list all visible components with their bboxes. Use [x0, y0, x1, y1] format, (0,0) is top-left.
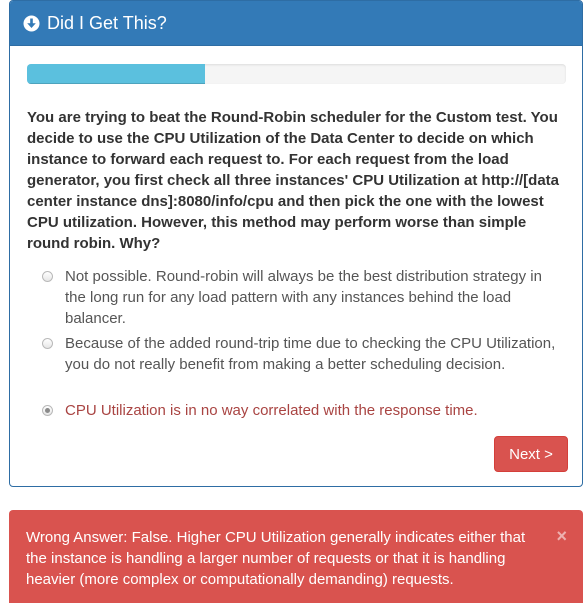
feedback-alert: Wrong Answer: False. Higher CPU Utilizat…	[9, 510, 583, 603]
progress-bar-fill	[27, 64, 205, 84]
answer-option-1[interactable]: Not possible. Round-robin will always be…	[42, 266, 562, 333]
panel-title: Did I Get This?	[47, 12, 167, 33]
radio-button-1[interactable]	[42, 271, 53, 282]
answer-option-3-label: CPU Utilization is in no way correlated …	[65, 402, 478, 419]
radio-button-3[interactable]	[42, 405, 53, 416]
next-button[interactable]: Next >	[494, 436, 568, 472]
quiz-panel: Did I Get This? You are trying to beat t…	[9, 0, 583, 487]
progress-bar-track	[27, 64, 566, 84]
feedback-text: Wrong Answer: False. Higher CPU Utilizat…	[26, 529, 526, 588]
answer-option-2-label: Because of the added round-trip time due…	[65, 335, 556, 373]
radio-button-2[interactable]	[42, 338, 53, 349]
answer-option-2[interactable]: Because of the added round-trip time due…	[42, 333, 562, 400]
answer-options: Not possible. Round-robin will always be…	[42, 266, 562, 422]
question-text: You are trying to beat the Round-Robin s…	[27, 109, 560, 252]
answer-option-3[interactable]: CPU Utilization is in no way correlated …	[42, 400, 562, 422]
panel-heading: Did I Get This?	[10, 1, 582, 46]
answer-option-1-label: Not possible. Round-robin will always be…	[65, 268, 542, 327]
close-icon[interactable]: ×	[556, 526, 567, 546]
circle-arrow-down-icon	[23, 15, 40, 32]
